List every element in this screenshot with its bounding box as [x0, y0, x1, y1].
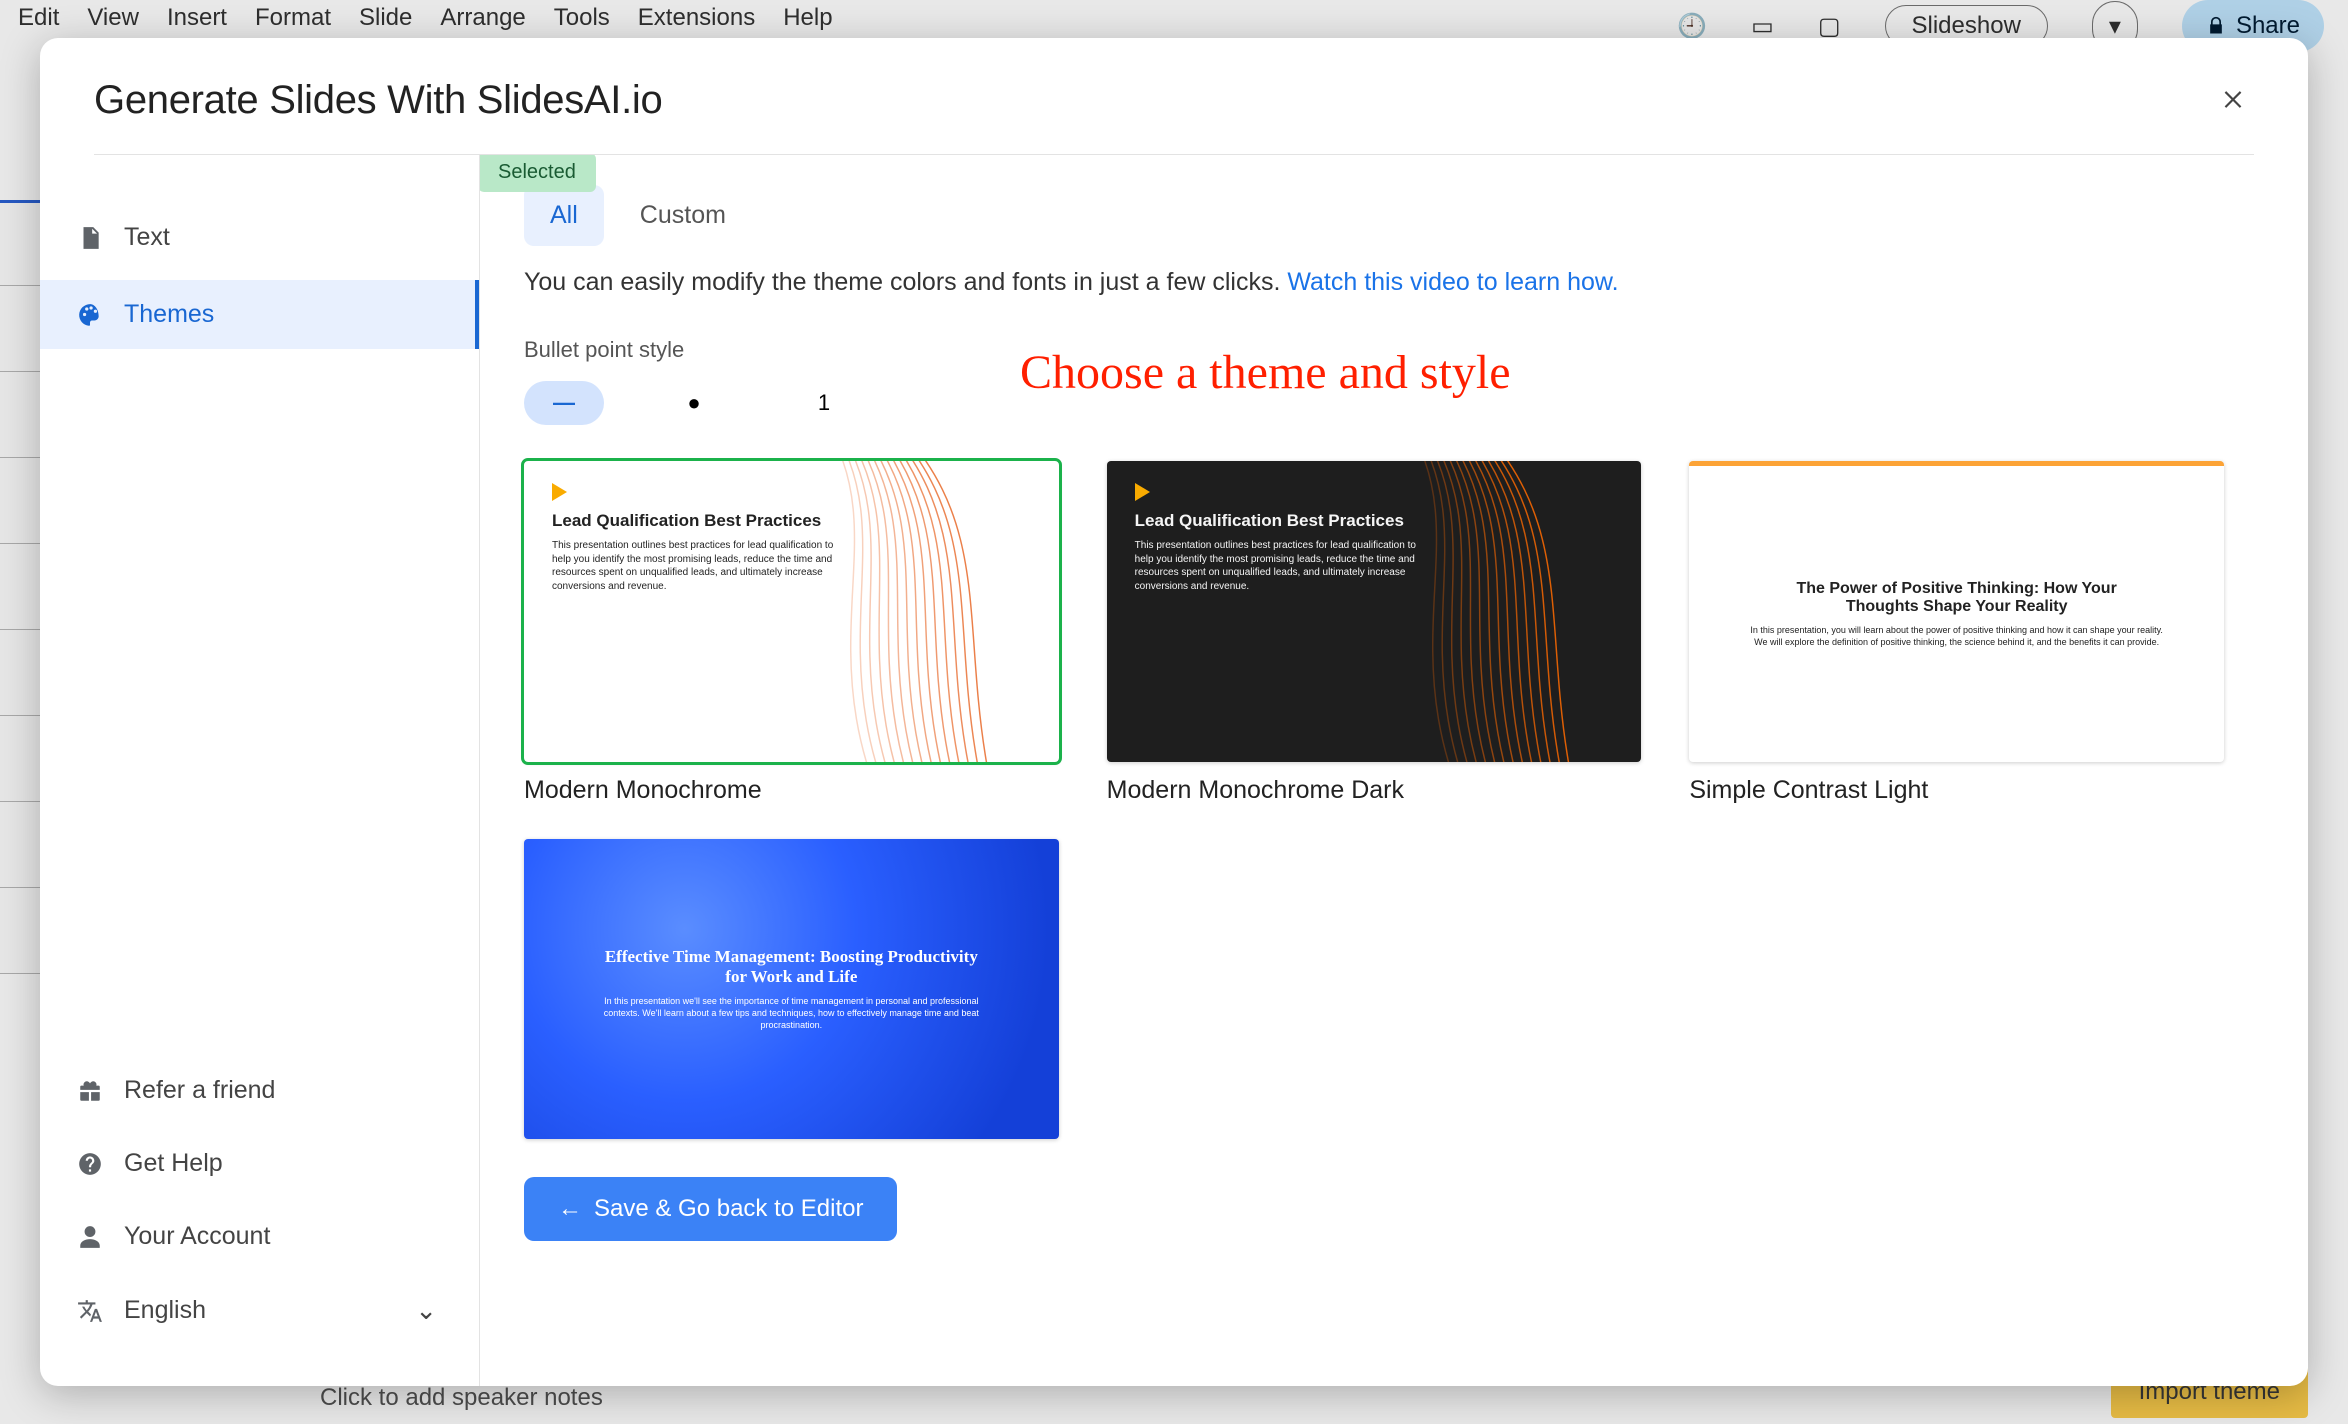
- user-icon: [76, 1223, 104, 1251]
- sidebar-item-account[interactable]: Your Account: [40, 1202, 479, 1271]
- slidesai-modal: Generate Slides With SlidesAI.io Text Th…: [40, 38, 2308, 1386]
- bg-menu-item: Insert: [167, 4, 227, 32]
- theme-preview-title: Effective Time Management: Boosting Prod…: [605, 947, 978, 987]
- bg-menu-item: Tools: [554, 4, 610, 32]
- save-button[interactable]: ← Save & Go back to Editor: [524, 1177, 897, 1241]
- bullet-style-selector: — ● 1: [524, 381, 2264, 425]
- theme-preview-sub: In this presentation we'll see the impor…: [588, 995, 995, 1031]
- theme-name: Modern Monochrome: [524, 776, 1059, 805]
- logo-icon: [1135, 483, 1150, 501]
- sidebar-item-text[interactable]: Text: [40, 203, 479, 272]
- theme-name: Modern Monochrome Dark: [1107, 776, 1642, 805]
- bg-menu-item: Slide: [359, 4, 412, 32]
- theme-card[interactable]: Lead Qualification Best Practices This p…: [1107, 461, 1642, 805]
- modal-title: Generate Slides With SlidesAI.io: [94, 78, 662, 123]
- themes-pane: All Custom You can easily modify the the…: [480, 155, 2308, 1386]
- chevron-down-icon: ⌄: [415, 1295, 437, 1326]
- history-icon: 🕘: [1677, 12, 1707, 41]
- doc-icon: [76, 224, 104, 252]
- bg-menu-item: Help: [783, 4, 832, 32]
- bullet-option-dot[interactable]: ●: [654, 381, 734, 425]
- theme-card[interactable]: Effective Time Management: Boosting Prod…: [524, 839, 1059, 1154]
- modal-sidebar: Text Themes Refer a friend: [40, 155, 480, 1386]
- bg-menu-item: Format: [255, 4, 331, 32]
- sidebar-item-refer[interactable]: Refer a friend: [40, 1056, 479, 1125]
- lock-icon: [2206, 16, 2226, 36]
- theme-name: Simple Contrast Light: [1689, 776, 2224, 805]
- translate-icon: [76, 1297, 104, 1325]
- bullet-section-label: Bullet point style: [524, 337, 2264, 363]
- theme-card[interactable]: Selected Lead Qualification Best Practic…: [524, 461, 1059, 805]
- selected-badge: Selected: [480, 155, 596, 192]
- theme-thumbnail: Lead Qualification Best Practices This p…: [1107, 461, 1642, 762]
- sidebar-item-label: Your Account: [124, 1222, 270, 1251]
- tab-custom[interactable]: Custom: [614, 185, 752, 246]
- helper-text: You can easily modify the theme colors a…: [524, 268, 2264, 297]
- tab-all[interactable]: All: [524, 185, 604, 246]
- watch-video-link[interactable]: Watch this video to learn how.: [1287, 268, 1618, 296]
- close-button[interactable]: [2212, 76, 2254, 124]
- sidebar-item-themes[interactable]: Themes: [40, 280, 479, 349]
- bg-menu-item: View: [87, 4, 139, 32]
- help-icon: [76, 1150, 104, 1178]
- bg-menu-item: Edit: [18, 4, 59, 32]
- sidebar-item-language[interactable]: English ⌄: [40, 1275, 479, 1346]
- theme-thumbnail: Effective Time Management: Boosting Prod…: [524, 839, 1059, 1140]
- gift-icon: [76, 1077, 104, 1105]
- comment-icon: ▭: [1751, 12, 1774, 41]
- camera-icon: ▢: [1818, 12, 1841, 41]
- bullet-option-dash[interactable]: —: [524, 381, 604, 425]
- theme-thumbnail: The Power of Positive Thinking: How Your…: [1689, 461, 2224, 762]
- arrow-left-icon: ←: [558, 1195, 582, 1223]
- sidebar-item-label: Text: [124, 223, 170, 252]
- theme-preview-sub: This presentation outlines best practice…: [1135, 539, 1422, 593]
- theme-preview-sub: This presentation outlines best practice…: [552, 539, 839, 593]
- theme-thumbnail: Lead Qualification Best Practices This p…: [524, 461, 1059, 762]
- sidebar-item-help[interactable]: Get Help: [40, 1129, 479, 1198]
- close-icon: [2220, 85, 2246, 111]
- palette-icon: [76, 301, 104, 329]
- bg-menu-item: Arrange: [440, 4, 525, 32]
- save-button-label: Save & Go back to Editor: [594, 1195, 863, 1223]
- speaker-notes-placeholder: Click to add speaker notes: [320, 1384, 603, 1412]
- theme-preview-sub: In this presentation, you will learn abo…: [1746, 624, 2167, 648]
- logo-icon: [552, 483, 567, 501]
- language-label: English: [124, 1296, 206, 1325]
- sidebar-item-label: Refer a friend: [124, 1076, 275, 1105]
- theme-preview-title: The Power of Positive Thinking: How Your…: [1765, 580, 2148, 616]
- themes-grid: Selected Lead Qualification Best Practic…: [524, 461, 2224, 1153]
- bullet-option-number[interactable]: 1: [784, 381, 864, 425]
- bg-menu-item: Extensions: [638, 4, 755, 32]
- sidebar-item-label: Get Help: [124, 1149, 223, 1178]
- sidebar-item-label: Themes: [124, 300, 214, 329]
- theme-card[interactable]: The Power of Positive Thinking: How Your…: [1689, 461, 2224, 805]
